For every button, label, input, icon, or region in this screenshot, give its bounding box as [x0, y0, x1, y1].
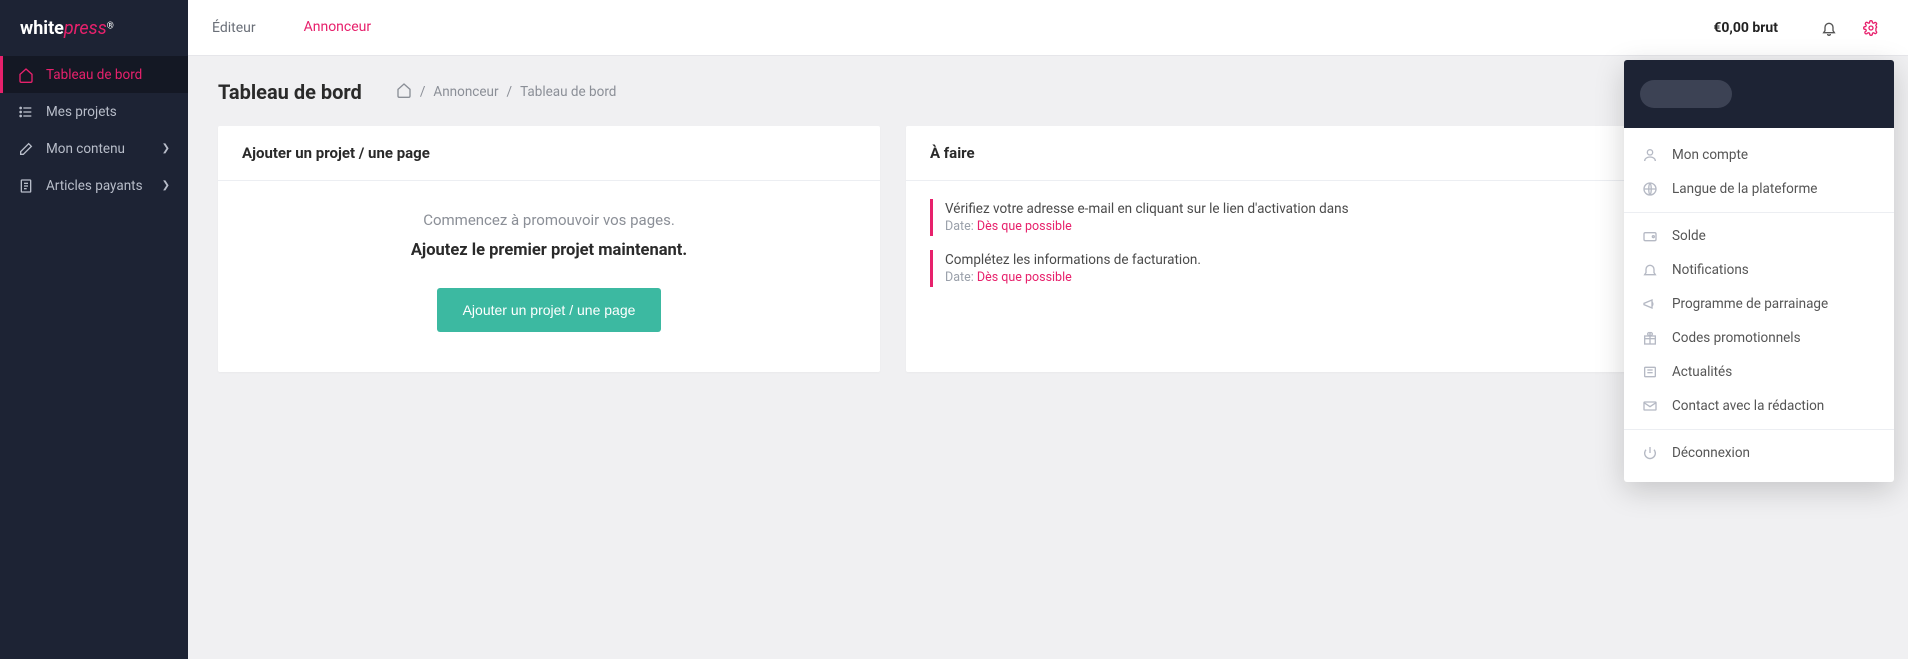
dd-item-language[interactable]: Langue de la plateforme — [1624, 172, 1894, 206]
sidebar-item-dashboard[interactable]: Tableau de bord — [0, 56, 188, 93]
sidebar-item-projects[interactable]: Mes projets — [0, 93, 188, 130]
settings-icon[interactable] — [1852, 9, 1890, 47]
tab-advertiser[interactable]: Annonceur — [280, 0, 396, 55]
dd-item-account[interactable]: Mon compte — [1624, 138, 1894, 172]
add-project-button[interactable]: Ajouter un projet / une page — [437, 288, 662, 332]
dd-label: Actualités — [1672, 364, 1732, 380]
todo-date-value: Dès que possible — [977, 270, 1072, 285]
dd-label: Contact avec la rédaction — [1672, 398, 1824, 414]
logo[interactable]: whitepress® — [0, 0, 188, 56]
sidebar-item-label: Tableau de bord — [46, 67, 142, 83]
dd-item-promo[interactable]: Codes promotionnels — [1624, 321, 1894, 355]
panel-subtext: Commencez à promouvoir vos pages. — [242, 211, 856, 229]
sidebar-item-paid-articles[interactable]: Articles payants ❯ — [0, 167, 188, 204]
chevron-right-icon: ❯ — [162, 180, 170, 191]
sidebar-item-label: Mon contenu — [46, 141, 125, 157]
mail-icon — [1642, 398, 1660, 414]
dropdown-header — [1624, 60, 1894, 128]
bell-icon — [1642, 262, 1660, 278]
dropdown-separator — [1624, 429, 1894, 430]
todo-date-label: Date: — [945, 219, 974, 234]
balance-display[interactable]: €0,00 brut — [1713, 20, 1778, 36]
top-header: Éditeur Annonceur €0,00 brut — [188, 0, 1908, 56]
logo-text-press: press — [64, 18, 107, 39]
breadcrumb-home-icon[interactable] — [396, 82, 412, 102]
dd-label: Codes promotionnels — [1672, 330, 1801, 346]
dd-item-notifications[interactable]: Notifications — [1624, 253, 1894, 287]
news-icon — [1642, 364, 1660, 380]
globe-icon — [1642, 181, 1660, 197]
sidebar-item-content[interactable]: Mon contenu ❯ — [0, 130, 188, 167]
breadcrumb-current: Tableau de bord — [520, 84, 616, 100]
home-icon — [18, 67, 34, 83]
megaphone-icon — [1642, 296, 1660, 312]
todo-date-value: Dès que possible — [977, 219, 1072, 234]
dd-label: Déconnexion — [1672, 445, 1750, 461]
user-pill[interactable] — [1640, 80, 1732, 108]
sidebar-item-label: Mes projets — [46, 104, 117, 120]
breadcrumb-section[interactable]: Annonceur — [433, 84, 498, 100]
dd-item-balance[interactable]: Solde — [1624, 219, 1894, 253]
dd-label: Solde — [1672, 228, 1706, 244]
dd-item-logout[interactable]: Déconnexion — [1624, 436, 1894, 470]
tab-label: Annonceur — [304, 19, 372, 35]
breadcrumb: / Annonceur / Tableau de bord — [396, 82, 617, 102]
breadcrumb-sep: / — [420, 84, 426, 100]
dropdown-separator — [1624, 212, 1894, 213]
edit-icon — [18, 141, 34, 157]
sidebar: whitepress® Tableau de bord Mes projets … — [0, 0, 188, 659]
logo-text-white: white — [20, 18, 64, 39]
panel-title: Ajouter un projet / une page — [218, 126, 880, 181]
list-icon — [18, 104, 34, 120]
dd-label: Mon compte — [1672, 147, 1748, 163]
dd-label: Langue de la plateforme — [1672, 181, 1817, 197]
role-tabs: Éditeur Annonceur — [188, 0, 395, 55]
tab-editor[interactable]: Éditeur — [188, 0, 280, 55]
todo-date-label: Date: — [945, 270, 974, 285]
sidebar-item-label: Articles payants — [46, 178, 143, 194]
page-title: Tableau de bord — [218, 80, 362, 104]
dd-label: Programme de parrainage — [1672, 296, 1828, 312]
user-icon — [1642, 147, 1660, 163]
notifications-icon[interactable] — [1810, 9, 1848, 47]
panel-maintext: Ajoutez le premier projet maintenant. — [242, 241, 856, 260]
panel-add-project: Ajouter un projet / une page Commencez à… — [218, 126, 880, 372]
chevron-right-icon: ❯ — [162, 143, 170, 154]
dd-label: Notifications — [1672, 262, 1749, 278]
wallet-icon — [1642, 228, 1660, 244]
tab-label: Éditeur — [212, 20, 256, 36]
dd-item-referral[interactable]: Programme de parrainage — [1624, 287, 1894, 321]
dd-item-contact[interactable]: Contact avec la rédaction — [1624, 389, 1894, 423]
sidebar-collapse-icon[interactable] — [152, 18, 168, 38]
settings-dropdown: Mon compte Langue de la plateforme Solde… — [1624, 60, 1894, 482]
gift-icon — [1642, 330, 1660, 346]
breadcrumb-sep: / — [507, 84, 513, 100]
logo-registered: ® — [107, 21, 114, 31]
power-icon — [1642, 445, 1660, 461]
document-icon — [18, 178, 34, 194]
dd-item-news[interactable]: Actualités — [1624, 355, 1894, 389]
